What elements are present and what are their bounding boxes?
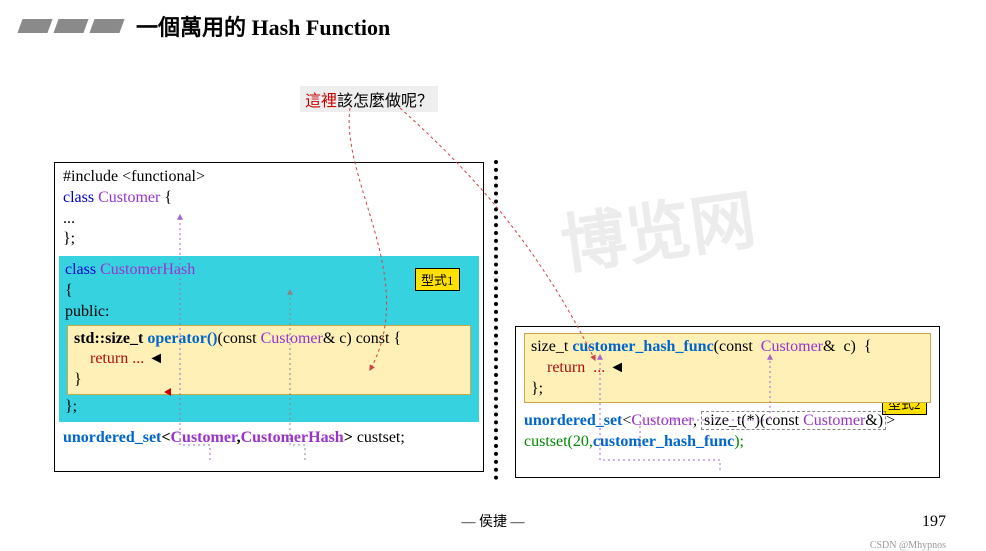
callout-highlight: 這裡 — [305, 93, 337, 110]
class-customer-line: class Customer { — [63, 188, 475, 209]
func-return: return ... ◄ — [531, 358, 924, 379]
vertical-divider — [494, 160, 504, 480]
left-usage: unordered_set<Customer,CustomerHash> cus… — [63, 428, 475, 449]
operator-region: std::size_t operator()(const Customer& c… — [67, 325, 471, 395]
badge-type-1: 型式1 — [415, 268, 460, 291]
callout-bubble: 這裡該怎麼做呢？ — [300, 86, 438, 112]
hash-close: }; — [65, 397, 473, 418]
hash-class-decl: class CustomerHash — [65, 260, 473, 281]
class-body-dots: ... — [63, 209, 475, 230]
class-close: }; — [63, 229, 475, 250]
left-code-box: #include <functional> class Customer { .… — [54, 162, 484, 472]
operator-sig: std::size_t operator()(const Customer& c… — [74, 329, 464, 350]
watermark-text: 博览网 — [554, 167, 760, 287]
right-usage-2: custset(20,customer_hash_func); — [524, 432, 931, 453]
callout-rest: 該怎麼做呢？ — [337, 93, 433, 110]
include-line: #include <functional> — [63, 167, 475, 188]
page-number: 197 — [922, 513, 946, 531]
csdn-credit: CSDN @Mhypnos — [870, 540, 946, 551]
footer-author: — 侯捷 — — [0, 511, 986, 531]
slide-title: 一個萬用的 Hash Function — [136, 10, 390, 42]
hash-func-region: size_t customer_hash_func(const Customer… — [524, 333, 931, 403]
operator-return: return ... ◄ — [74, 349, 464, 370]
header-bars-icon — [20, 19, 122, 33]
func-sig: size_t customer_hash_func(const Customer… — [531, 337, 924, 358]
right-code-box: size_t customer_hash_func(const Customer… — [515, 326, 940, 478]
fn-ptr-type: size_t(*)(const Customer&) — [701, 411, 886, 430]
hash-open-brace: { — [65, 281, 473, 302]
hash-public: public: — [65, 302, 473, 323]
slide-header: 一個萬用的 Hash Function — [20, 10, 390, 42]
operator-close: } — [74, 370, 464, 391]
func-close: }; — [531, 379, 924, 400]
return-arrow-icon — [164, 388, 171, 396]
right-usage-1: unordered_set<Customer, size_t(*)(const … — [524, 411, 931, 432]
